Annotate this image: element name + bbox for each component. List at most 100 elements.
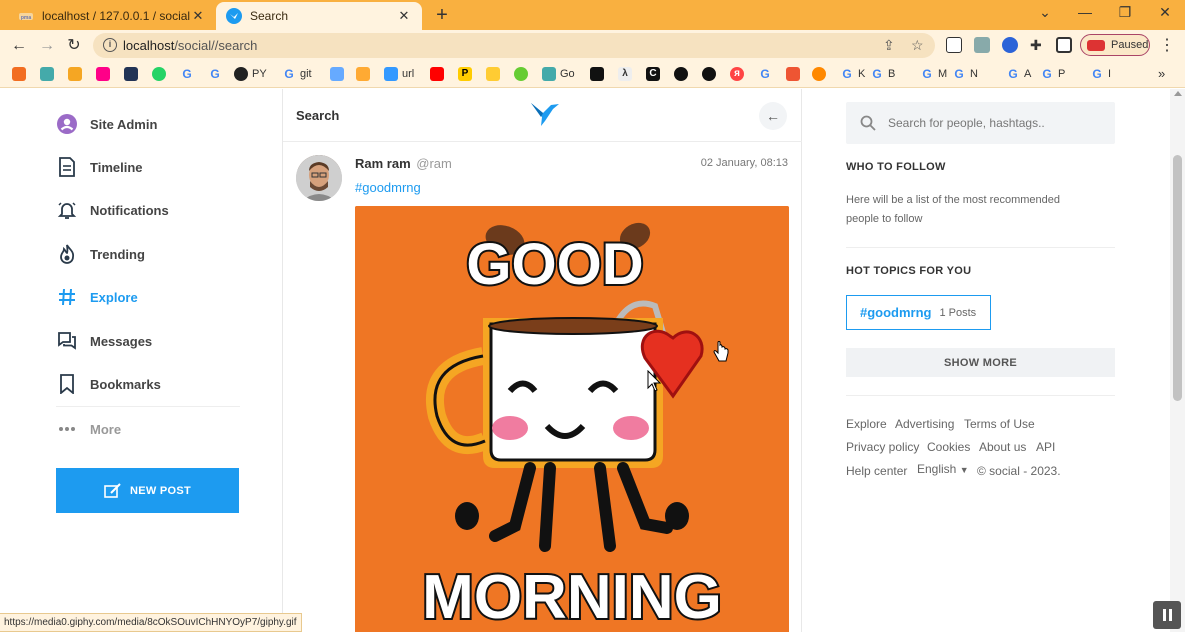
puzzle-icon[interactable]: ✚ xyxy=(1030,37,1046,53)
nav-messages[interactable]: Messages xyxy=(56,326,240,356)
hashtag-icon xyxy=(56,286,78,308)
language-select[interactable]: English ▼ xyxy=(917,462,969,476)
bookmark-item[interactable]: GM xyxy=(920,66,947,82)
bookmark-item[interactable]: P xyxy=(458,66,476,82)
bookmark-item[interactable] xyxy=(786,66,804,82)
bookmark-item[interactable]: Go xyxy=(542,66,575,82)
back-arrow-icon[interactable]: ← xyxy=(8,35,30,57)
tab-search[interactable]: Search ✕ xyxy=(216,2,422,30)
bookmark-item[interactable] xyxy=(356,66,374,82)
bookmark-item[interactable]: PY xyxy=(234,66,267,82)
avatar[interactable] xyxy=(296,155,342,201)
pause-button[interactable] xyxy=(1153,601,1181,629)
nav-explore[interactable]: Explore xyxy=(56,282,240,312)
post-author[interactable]: Ram ram @ram xyxy=(355,156,452,171)
scroll-up-icon[interactable] xyxy=(1174,91,1182,96)
nav-bookmarks[interactable]: Bookmarks xyxy=(56,369,240,399)
bookmark-icon xyxy=(590,67,604,81)
bookmark-icon xyxy=(68,67,82,81)
bookmark-item[interactable]: я xyxy=(730,66,748,82)
bookmark-item[interactable]: Ggit xyxy=(282,66,311,82)
footer-link-terms[interactable]: Terms of Use xyxy=(964,417,1035,431)
divider xyxy=(846,395,1115,396)
bookmark-item[interactable]: C xyxy=(646,66,664,82)
back-arrow-button[interactable]: ← xyxy=(759,102,787,130)
menu-dots-icon[interactable]: ⋮ xyxy=(1156,35,1178,57)
footer-link-about[interactable]: About us xyxy=(979,440,1026,454)
bookmark-item[interactable] xyxy=(486,66,504,82)
share-icon[interactable]: ⇪ xyxy=(883,37,895,54)
tab-search-dropdown-icon[interactable]: ⌄ xyxy=(1030,4,1060,21)
topic-chip-goodmrng[interactable]: #goodmrng 1 Posts xyxy=(846,295,991,330)
bookmark-item[interactable]: GA xyxy=(1006,66,1031,82)
close-window-icon[interactable]: ✕ xyxy=(1150,4,1180,21)
footer-link-api[interactable]: API xyxy=(1036,440,1055,454)
extension-icon[interactable] xyxy=(974,37,990,53)
site-info-icon[interactable]: i xyxy=(103,38,117,52)
reload-icon[interactable]: ↻ xyxy=(63,35,85,57)
bookmark-item[interactable]: G xyxy=(180,66,198,82)
bookmark-star-icon[interactable]: ☆ xyxy=(911,37,924,54)
bell-icon xyxy=(56,199,78,221)
bookmark-item[interactable]: GB xyxy=(870,66,895,82)
bookmark-item[interactable]: GN xyxy=(952,66,978,82)
bookmark-item[interactable] xyxy=(124,66,142,82)
page-scrollbar[interactable] xyxy=(1170,89,1185,632)
side-panel-icon[interactable] xyxy=(1056,37,1072,53)
footer-link-privacy[interactable]: Privacy policy xyxy=(846,440,919,454)
folder-icon xyxy=(486,67,500,81)
nav-timeline[interactable]: Timeline xyxy=(56,152,240,182)
post-hashtag-link[interactable]: #goodmrng xyxy=(355,180,421,195)
search-box[interactable] xyxy=(846,102,1115,144)
compose-icon xyxy=(104,482,121,498)
bookmark-item[interactable] xyxy=(12,66,30,82)
forward-arrow-icon[interactable]: → xyxy=(36,35,58,57)
bookmark-item[interactable] xyxy=(96,66,114,82)
new-tab-button[interactable]: + xyxy=(430,4,454,27)
scroll-thumb[interactable] xyxy=(1173,155,1182,401)
bookmark-item[interactable]: url xyxy=(384,66,414,82)
profile-paused-button[interactable]: Paused xyxy=(1080,34,1150,56)
bookmark-item[interactable] xyxy=(68,66,86,82)
minimize-icon[interactable]: — xyxy=(1070,4,1100,20)
bookmark-item[interactable] xyxy=(674,66,692,82)
footer-link-help[interactable]: Help center xyxy=(846,464,907,478)
close-tab-icon[interactable]: ✕ xyxy=(396,8,412,24)
footer-link-cookies[interactable]: Cookies xyxy=(927,440,970,454)
footer-link-explore[interactable]: Explore xyxy=(846,417,887,431)
close-tab-icon[interactable]: ✕ xyxy=(190,8,206,24)
bookmark-item[interactable] xyxy=(514,66,532,82)
bookmark-item[interactable]: G xyxy=(758,66,776,82)
nav-trending[interactable]: Trending xyxy=(56,239,240,269)
restore-icon[interactable]: ❐ xyxy=(1110,4,1140,21)
show-more-button[interactable]: SHOW MORE xyxy=(846,348,1115,377)
nav-site-admin[interactable]: Site Admin xyxy=(56,109,240,139)
nav-more[interactable]: More xyxy=(56,414,240,444)
bookmarks-overflow-icon[interactable]: » xyxy=(1158,66,1165,81)
bookmark-item[interactable]: GI xyxy=(1090,66,1111,82)
bookmark-item[interactable] xyxy=(152,66,170,82)
tab-phpmyadmin[interactable]: pma localhost / 127.0.0.1 / social / cl_… xyxy=(8,2,216,30)
browser-tab-strip: pma localhost / 127.0.0.1 / social / cl_… xyxy=(0,0,1185,30)
bookmark-item[interactable] xyxy=(812,66,830,82)
logo-bird-icon[interactable] xyxy=(529,99,561,127)
new-post-button[interactable]: NEW POST xyxy=(56,468,239,513)
address-bar[interactable]: i localhost/social//search ⇪ ☆ xyxy=(93,33,935,58)
footer-link-advertising[interactable]: Advertising xyxy=(895,417,954,431)
dots-icon xyxy=(56,418,78,440)
bookmark-item[interactable]: GP xyxy=(1040,66,1065,82)
bookmark-item[interactable] xyxy=(40,66,58,82)
nav-notifications[interactable]: Notifications xyxy=(56,195,240,225)
extension-icon[interactable] xyxy=(1002,37,1018,53)
post-gif-image[interactable]: GOOD MORNING xyxy=(355,206,789,632)
bookmark-item[interactable] xyxy=(702,66,720,82)
google-icon: G xyxy=(1092,67,1102,81)
bookmark-item[interactable] xyxy=(590,66,608,82)
bookmark-item[interactable]: G xyxy=(208,66,226,82)
bookmark-item[interactable] xyxy=(430,66,448,82)
bookmark-item[interactable] xyxy=(330,66,348,82)
bookmark-item[interactable]: GK xyxy=(840,66,865,82)
panda-extension-icon[interactable] xyxy=(946,37,962,53)
search-input[interactable] xyxy=(888,116,1088,130)
bookmark-item[interactable]: λ xyxy=(618,66,636,82)
